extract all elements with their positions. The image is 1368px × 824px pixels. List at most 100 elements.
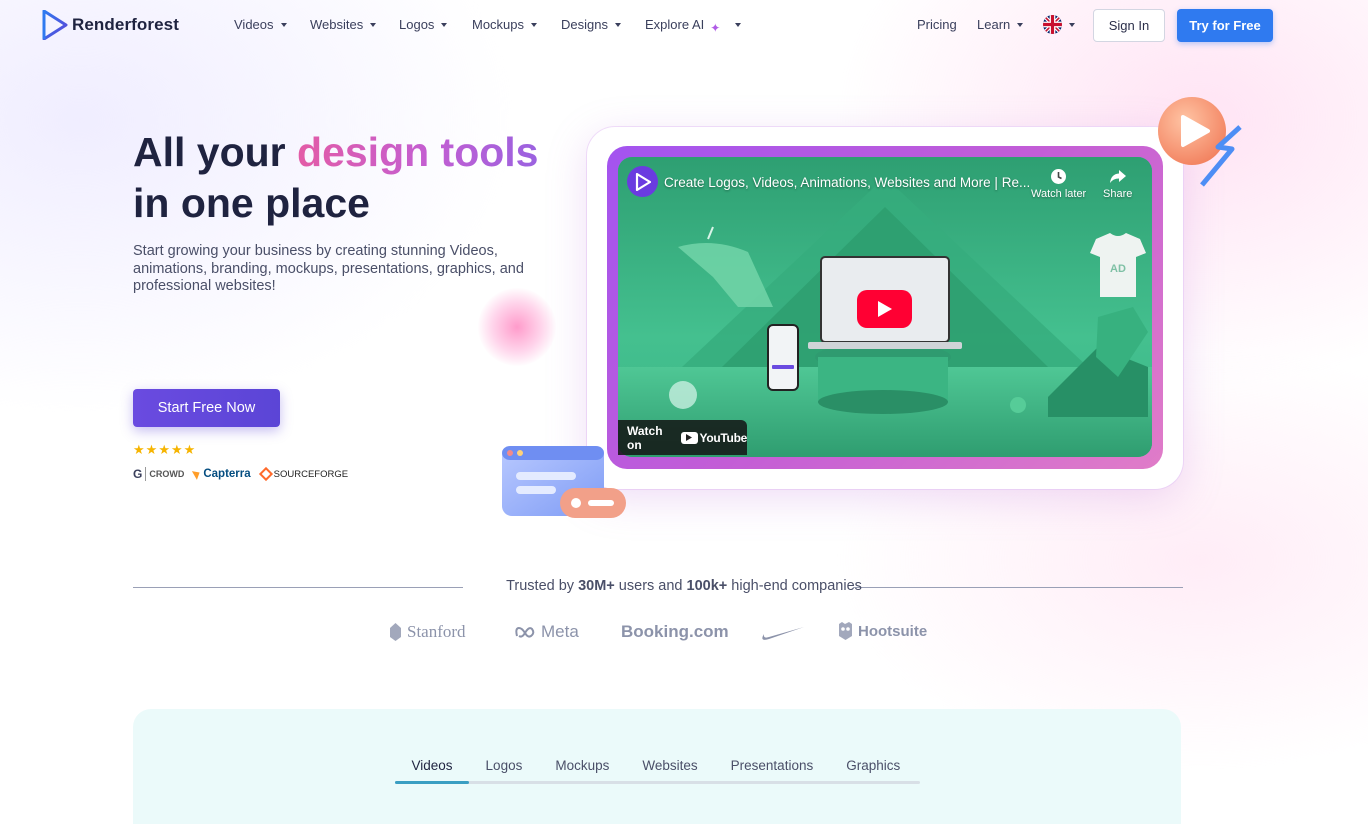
- watch-on-youtube-button[interactable]: Watch on YouTube: [618, 420, 747, 455]
- nav-label: Pricing: [917, 17, 957, 32]
- brand-booking: Booking.com: [621, 622, 729, 642]
- chevron-down-icon: [1017, 22, 1024, 27]
- decorative-window-icon: [502, 446, 626, 518]
- watch-later-label: Watch later: [1031, 188, 1087, 200]
- brand-hootsuite: Hootsuite: [838, 622, 927, 640]
- channel-avatar[interactable]: [627, 166, 658, 197]
- nav-explore-ai[interactable]: Explore AI ✦: [645, 17, 742, 35]
- watch-later-button[interactable]: Watch later: [1031, 168, 1086, 200]
- trusted-middle: users and: [614, 578, 687, 594]
- share-icon: [1109, 170, 1126, 183]
- badge-label: SOURCEFORGE: [273, 468, 349, 480]
- tab-logos[interactable]: Logos: [469, 758, 539, 780]
- brand-nike: [759, 626, 805, 642]
- watch-on-label: Watch on: [627, 423, 663, 452]
- share-label: Share: [1103, 188, 1133, 200]
- nav-logos[interactable]: Logos: [399, 17, 448, 32]
- language-selector[interactable]: [1043, 15, 1075, 34]
- tab-mockups[interactable]: Mockups: [539, 758, 626, 780]
- share-button[interactable]: Share: [1103, 168, 1132, 200]
- nav-videos[interactable]: Videos: [234, 17, 287, 32]
- brand-stanford: Stanford: [389, 622, 466, 642]
- nav-label: Logos: [399, 17, 435, 32]
- hootsuite-owl-icon: [839, 622, 852, 640]
- users-count: 30M+: [578, 578, 615, 594]
- tab-websites[interactable]: Websites: [626, 758, 714, 780]
- stanford-tree-icon: [390, 623, 401, 641]
- trusted-suffix: high-end companies: [727, 578, 862, 594]
- nav-pricing[interactable]: Pricing: [917, 17, 957, 32]
- meta-infinity-icon: [515, 626, 535, 638]
- play-icon: [877, 301, 892, 317]
- star-icon: ★: [158, 442, 170, 457]
- star-icon: ★: [170, 442, 183, 457]
- nav-label: Learn: [977, 17, 1011, 32]
- renderforest-logo-icon: [42, 10, 68, 40]
- sourceforge-icon: [258, 466, 273, 482]
- badge-label: CROWD: [149, 469, 185, 479]
- chevron-down-icon: [370, 22, 377, 27]
- start-free-now-button[interactable]: Start Free Now: [133, 389, 280, 427]
- decorative-blob: [478, 288, 556, 366]
- youtube-label: YouTube: [699, 430, 748, 445]
- nav-label: Designs: [561, 17, 608, 32]
- hero-subtitle: Start growing your business by creating …: [133, 243, 524, 294]
- tab-presentations[interactable]: Presentations: [714, 758, 830, 780]
- uk-flag-icon: [1043, 15, 1062, 34]
- hero-title: All your design tools in one place: [133, 127, 539, 229]
- chevron-down-icon: [1069, 22, 1075, 27]
- sign-in-button[interactable]: Sign In: [1093, 9, 1165, 42]
- youtube-icon: [680, 431, 698, 444]
- brand-name: Renderforest: [72, 15, 180, 34]
- clock-icon: [1051, 169, 1067, 184]
- capterra-icon: [192, 468, 203, 480]
- tab-graphics[interactable]: Graphics: [830, 758, 917, 780]
- chevron-down-icon: [441, 22, 448, 27]
- g2-icon: G: [133, 467, 147, 481]
- chevron-down-icon: [735, 22, 742, 27]
- nav-label: Explore AI: [645, 17, 705, 32]
- review-badges: G CROWD Capterra SOURCEFORGE: [133, 466, 349, 482]
- video-title[interactable]: Create Logos, Videos, Animations, Websit…: [664, 175, 1030, 190]
- companies-count: 100k+: [686, 578, 728, 594]
- video-play-button[interactable]: [857, 290, 912, 328]
- tab-track: [395, 781, 920, 784]
- trusted-by-text: Trusted by 30M+ users and 100k+ high-end…: [0, 578, 1368, 594]
- hero-title-part1: All your: [133, 129, 298, 175]
- chevron-down-icon: [614, 22, 621, 27]
- active-tab-indicator: [395, 781, 469, 784]
- sourceforge-badge[interactable]: SOURCEFORGE: [258, 466, 349, 482]
- nav-label: Videos: [234, 17, 274, 32]
- star-icon: ★: [183, 442, 196, 457]
- product-tabs: Videos Logos Mockups Websites Presentati…: [395, 758, 917, 780]
- capterra-badge[interactable]: Capterra: [192, 468, 251, 480]
- brand-logo[interactable]: Renderforest: [42, 10, 179, 40]
- brand-label: Booking.com: [621, 622, 729, 641]
- hero-title-line2: in one place: [133, 180, 370, 226]
- star-icon: ★: [145, 442, 158, 457]
- tab-videos[interactable]: Videos: [395, 758, 469, 780]
- rating-stars: ★ ★ ★ ★ ★: [133, 443, 195, 457]
- badge-label: Capterra: [203, 468, 251, 480]
- star-icon: ★: [133, 442, 145, 457]
- nike-swoosh-icon: [762, 627, 804, 640]
- nav-label: Websites: [310, 17, 364, 32]
- brand-label: Hootsuite: [858, 622, 928, 640]
- shirt-text: AD: [1110, 263, 1126, 275]
- trusted-prefix: Trusted by: [506, 578, 579, 594]
- hero-title-accent: design tools: [297, 129, 539, 175]
- g2-crowd-badge[interactable]: G CROWD: [133, 467, 184, 481]
- nav-websites[interactable]: Websites: [310, 17, 377, 32]
- play-icon: [635, 172, 651, 191]
- brand-label: Stanford: [407, 622, 466, 641]
- nav-designs[interactable]: Designs: [561, 17, 621, 32]
- brand-label: Meta: [541, 622, 579, 641]
- nav-mockups[interactable]: Mockups: [472, 17, 538, 32]
- chevron-down-icon: [531, 22, 538, 27]
- brand-meta: Meta: [514, 622, 579, 642]
- try-for-free-button[interactable]: Try for Free: [1177, 9, 1273, 42]
- chevron-down-icon: [280, 22, 287, 27]
- decorative-play-icon: [1158, 97, 1242, 187]
- nav-label: Mockups: [472, 17, 525, 32]
- nav-learn[interactable]: Learn: [977, 17, 1024, 32]
